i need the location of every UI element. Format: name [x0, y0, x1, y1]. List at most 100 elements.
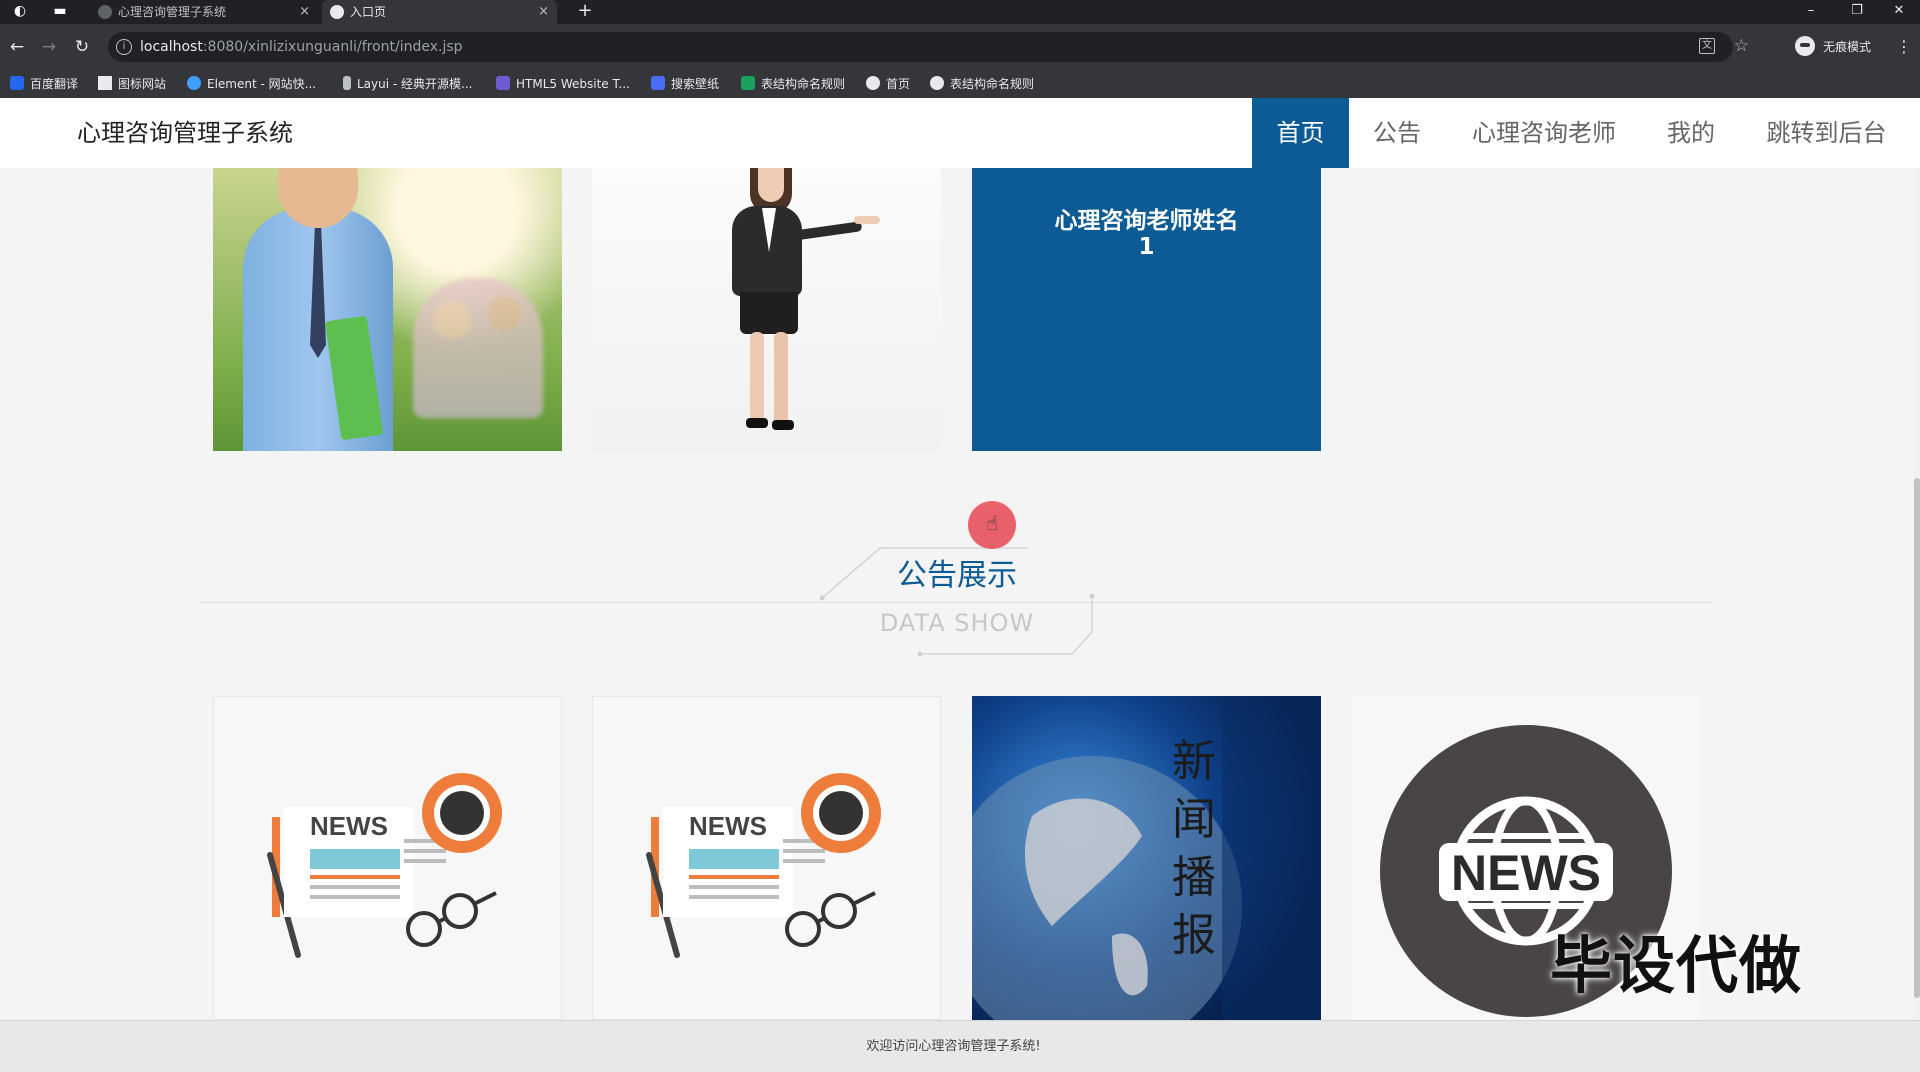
bookmark-star-icon[interactable]: ☆ [1734, 36, 1749, 56]
flag-icon [98, 76, 112, 90]
teacher-name-line: 1 [1138, 234, 1155, 260]
newspaper-illustration: NEWS [267, 773, 502, 958]
bookmark-wallpaper[interactable]: 搜索壁纸 [651, 70, 719, 98]
new-tab-button[interactable]: + [573, 0, 597, 24]
news-broadcast-char: 报 [1172, 910, 1216, 961]
bookmark-label: 搜索壁纸 [671, 77, 720, 91]
news-broadcast-char: 闻 [1172, 794, 1216, 845]
page-icon [98, 5, 112, 19]
incognito-icon [1795, 36, 1815, 56]
globe-illustration: 新闻播报 [972, 696, 1321, 1020]
close-tab-icon[interactable]: × [299, 0, 310, 24]
tab-title: 入口页 [350, 5, 387, 19]
news-broadcast-char: 播 [1172, 852, 1216, 903]
restore-button[interactable]: ❐ [1836, 0, 1878, 24]
globe-icon [930, 76, 944, 90]
globe-icon [866, 76, 880, 90]
site-title[interactable]: 心理咨询管理子系统 [77, 98, 293, 168]
teacher-name: 心理咨询老师姓名 1 [972, 208, 1321, 260]
bookmark-icon-site[interactable]: 图标网站 [98, 70, 166, 98]
window-icon[interactable]: ▬ [52, 3, 68, 19]
bookmarks-bar: 百度翻译 图标网站 Element - 网站快... Layui - 经典开源模… [0, 70, 1920, 98]
browser-tab-bar: ◐ ▬ 心理咨询管理子系统 × 入口页 × + – ❐ ✕ [0, 0, 1920, 24]
woman-face [758, 168, 784, 202]
reload-icon[interactable]: ↻ [71, 36, 93, 58]
teacher-photo-card-woman[interactable] [592, 168, 941, 451]
news-card[interactable]: NEWS [592, 696, 941, 1020]
bookmark-label: 首页 [886, 77, 911, 91]
bookmark-label: Element - 网站快... [207, 77, 317, 91]
background-family [413, 278, 543, 418]
bookmark-label: 图标网站 [118, 77, 167, 91]
back-icon[interactable]: ← [6, 36, 28, 58]
nav-admin[interactable]: 跳转到后台 [1739, 98, 1914, 168]
close-window-button[interactable]: ✕ [1878, 0, 1920, 24]
woman-skirt [740, 292, 798, 334]
info-icon[interactable]: i [116, 39, 132, 55]
news-broadcast-char: 新 [1172, 736, 1216, 787]
layui-icon [343, 76, 351, 90]
newspaper-illustration: NEWS [646, 773, 881, 958]
forward-icon[interactable]: → [38, 36, 60, 58]
baidu-translate-icon [10, 76, 24, 90]
nav-home[interactable]: 首页 [1252, 98, 1349, 168]
news-label: NEWS [310, 811, 388, 841]
wallpaper-icon [651, 76, 665, 90]
url-path: :8080/xinlizixunguanli/front/index.jsp [202, 39, 463, 55]
woman-leg [774, 332, 788, 424]
woman-shoe [772, 420, 794, 430]
woman-hand [854, 216, 880, 224]
bookmark-html5[interactable]: HTML5 Website T... [496, 70, 630, 98]
address-bar[interactable]: i localhost:8080/xinlizixunguanli/front/… [108, 32, 1749, 62]
news-label: NEWS [689, 811, 767, 841]
bookmark-label: 表结构命名规则 [761, 77, 846, 91]
browser-menu-icon[interactable]: ◐ [12, 3, 28, 19]
nav-counselors[interactable]: 心理咨询老师 [1445, 98, 1643, 168]
tab-title: 心理咨询管理子系统 [118, 5, 227, 19]
teacher-photo-card-man[interactable] [213, 168, 562, 451]
site-footer: 欢迎访问心理咨询管理子系统! [0, 1020, 1920, 1072]
footer-text: 欢迎访问心理咨询管理子系统! [866, 1039, 1041, 1054]
news-logo-label: NEWS [1451, 845, 1601, 901]
url-text[interactable]: localhost:8080/xinlizixunguanli/front/in… [140, 32, 463, 62]
nav-notice[interactable]: 公告 [1349, 98, 1445, 168]
section-title: 公告展示 [897, 558, 1017, 593]
element-icon [187, 76, 201, 90]
html5-icon [496, 76, 510, 90]
bookmark-home[interactable]: 首页 [866, 70, 910, 98]
bookmark-naming-rules-2[interactable]: 表结构命名规则 [930, 70, 1034, 98]
teacher-name-card[interactable]: 心理咨询老师姓名 1 [972, 168, 1321, 451]
woman-arm [791, 221, 863, 241]
scrollbar-thumb[interactable] [1914, 478, 1920, 998]
sheet-icon [741, 76, 755, 90]
bookmark-label: Layui - 经典开源模... [357, 77, 473, 91]
bookmark-baidu-translate[interactable]: 百度翻译 [10, 70, 78, 98]
bookmark-label: 表结构命名规则 [950, 77, 1035, 91]
translate-icon[interactable]: 文 [1699, 38, 1715, 54]
bookmark-element[interactable]: Element - 网站快... [187, 70, 316, 98]
news-broadcast-card[interactable]: 新闻播报 [972, 696, 1321, 1020]
page-viewport: 心理咨询老师姓名 1 公告展示 DATA SHOW ☝ NEWS NEWS 新闻… [0, 98, 1920, 1072]
pointer-hand-icon: ☝ [986, 511, 999, 535]
nav-mine[interactable]: 我的 [1643, 98, 1739, 168]
minimize-button[interactable]: – [1790, 0, 1832, 24]
section-subtitle: DATA SHOW [879, 609, 1035, 637]
close-tab-icon[interactable]: × [538, 0, 549, 24]
site-header: 心理咨询管理子系统 首页 公告 心理咨询老师 我的 跳转到后台 [0, 98, 1920, 168]
profile-label: 无痕模式 [1823, 40, 1872, 54]
woman-leg [750, 332, 764, 422]
cursor-highlight: ☝ [968, 501, 1016, 549]
bookmark-label: HTML5 Website T... [516, 77, 630, 91]
bookmark-naming-rules[interactable]: 表结构命名规则 [741, 70, 845, 98]
bookmark-label: 百度翻译 [30, 77, 79, 91]
news-card[interactable]: NEWS [213, 696, 562, 1020]
page-scrollbar[interactable] [1914, 168, 1920, 1020]
tab-management-system[interactable]: 心理咨询管理子系统 × [90, 0, 318, 24]
tab-entry-page[interactable]: 入口页 × [322, 0, 557, 24]
globe-icon [330, 5, 344, 19]
bookmark-layui[interactable]: Layui - 经典开源模... [343, 70, 472, 98]
more-menu-icon[interactable]: ⋮ [1896, 36, 1912, 58]
woman-shoe [746, 418, 768, 428]
teacher-name-line: 心理咨询老师姓名 [1054, 208, 1239, 234]
url-host: localhost [140, 39, 203, 55]
